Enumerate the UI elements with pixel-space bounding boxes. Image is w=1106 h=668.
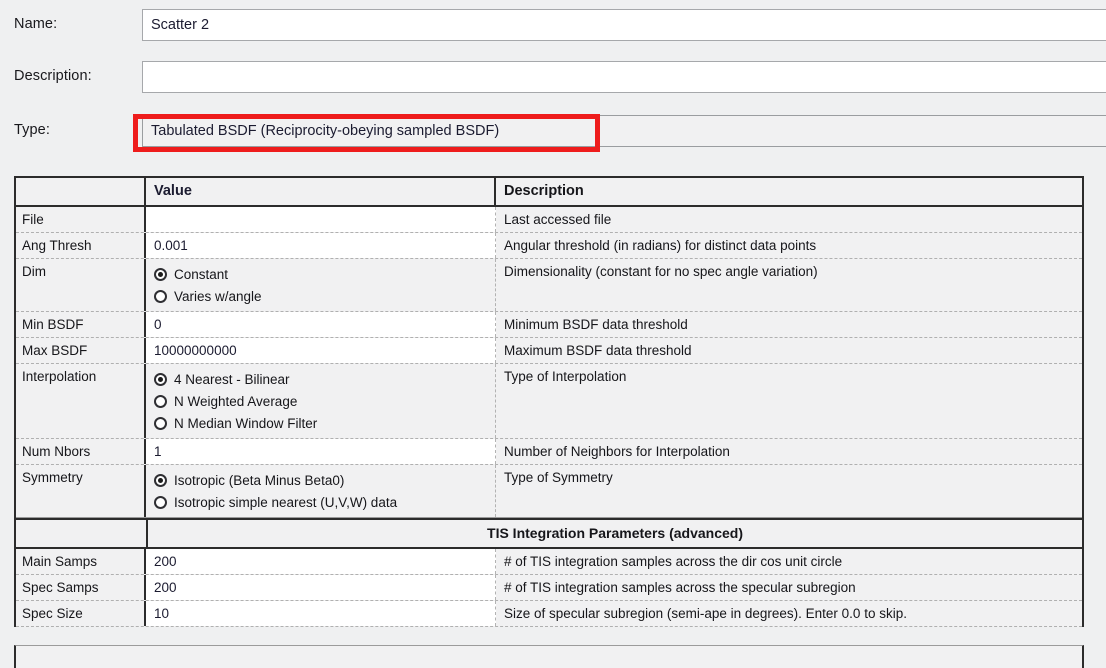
radio-label: Constant bbox=[174, 266, 229, 282]
radio-unselected-icon[interactable] bbox=[154, 289, 167, 303]
row-value-num-nbors[interactable]: 1 bbox=[146, 439, 496, 464]
row-description-spec-size: Size of specular subregion (semi-ape in … bbox=[496, 601, 1082, 626]
row-value-dim: Constant Varies w/angle bbox=[146, 259, 496, 311]
radio-label: Isotropic simple nearest (U,V,W) data bbox=[174, 494, 398, 510]
row-value-max-bsdf[interactable]: 10000000000 bbox=[146, 338, 496, 363]
row-label-dim: Dim bbox=[16, 259, 146, 311]
row-description-spec-samps: # of TIS integration samples across the … bbox=[496, 575, 1082, 600]
row-description-file: Last accessed file bbox=[496, 207, 1082, 232]
table-row: File Last accessed file bbox=[16, 207, 1082, 233]
table-row: Spec Size 10 Size of specular subregion … bbox=[16, 601, 1082, 627]
header-cell-description: Description bbox=[496, 178, 1082, 205]
table-row: Interpolation 4 Nearest - Bilinear N Wei… bbox=[16, 364, 1082, 439]
row-value-main-samps[interactable]: 200 bbox=[146, 549, 496, 574]
form-row-name: Name: Scatter 2 bbox=[0, 0, 1106, 52]
section-title: TIS Integration Parameters (advanced) bbox=[148, 520, 1082, 547]
radio-option-interp-bilinear[interactable]: 4 Nearest - Bilinear bbox=[154, 368, 495, 390]
radio-selected-icon[interactable] bbox=[154, 267, 167, 281]
table-row: Min BSDF 0 Minimum BSDF data threshold bbox=[16, 312, 1082, 338]
properties-table: Value Description File Last accessed fil… bbox=[14, 176, 1084, 627]
row-description-main-samps: # of TIS integration samples across the … bbox=[496, 549, 1082, 574]
row-description-ang-thresh: Angular threshold (in radians) for disti… bbox=[496, 233, 1082, 258]
radio-option-dim-constant[interactable]: Constant bbox=[154, 263, 495, 285]
radio-label: 4 Nearest - Bilinear bbox=[174, 371, 290, 387]
row-description-min-bsdf: Minimum BSDF data threshold bbox=[496, 312, 1082, 337]
section-gap-cell bbox=[16, 520, 148, 547]
radio-option-dim-varies[interactable]: Varies w/angle bbox=[154, 285, 495, 307]
table-row: Symmetry Isotropic (Beta Minus Beta0) Is… bbox=[16, 465, 1082, 518]
radio-unselected-icon[interactable] bbox=[154, 416, 167, 430]
row-label-main-samps: Main Samps bbox=[16, 549, 146, 574]
form-row-description: Description: bbox=[0, 52, 1106, 104]
row-label-max-bsdf: Max BSDF bbox=[16, 338, 146, 363]
type-label: Type: bbox=[14, 122, 50, 138]
row-value-ang-thresh[interactable]: 0.001 bbox=[146, 233, 496, 258]
description-label: Description: bbox=[14, 68, 92, 84]
table-row: Dim Constant Varies w/angle Dimensionali… bbox=[16, 259, 1082, 312]
row-label-symmetry: Symmetry bbox=[16, 465, 146, 517]
radio-selected-icon[interactable] bbox=[154, 372, 167, 386]
radio-label: N Weighted Average bbox=[174, 393, 298, 409]
radio-selected-icon[interactable] bbox=[154, 473, 167, 487]
name-label: Name: bbox=[14, 16, 58, 32]
radio-label: N Median Window Filter bbox=[174, 415, 318, 431]
name-input[interactable]: Scatter 2 bbox=[142, 9, 1106, 41]
row-description-max-bsdf: Maximum BSDF data threshold bbox=[496, 338, 1082, 363]
radio-option-symmetry-uvw[interactable]: Isotropic simple nearest (U,V,W) data bbox=[154, 491, 495, 513]
row-value-spec-samps[interactable]: 200 bbox=[146, 575, 496, 600]
row-label-spec-size: Spec Size bbox=[16, 601, 146, 626]
row-description-dim: Dimensionality (constant for no spec ang… bbox=[496, 259, 1082, 311]
row-value-interpolation: 4 Nearest - Bilinear N Weighted Average … bbox=[146, 364, 496, 438]
type-combo[interactable]: Tabulated BSDF (Reciprocity-obeying samp… bbox=[142, 115, 1106, 147]
table-row: Main Samps 200 # of TIS integration samp… bbox=[16, 549, 1082, 575]
table-row: Ang Thresh 0.001 Angular threshold (in r… bbox=[16, 233, 1082, 259]
description-input[interactable] bbox=[142, 61, 1106, 93]
table-row: Max BSDF 10000000000 Maximum BSDF data t… bbox=[16, 338, 1082, 364]
section-header-tis: TIS Integration Parameters (advanced) bbox=[16, 518, 1082, 549]
row-description-symmetry: Type of Symmetry bbox=[496, 465, 1082, 517]
row-label-ang-thresh: Ang Thresh bbox=[16, 233, 146, 258]
header-cell-name bbox=[16, 178, 146, 205]
row-value-min-bsdf[interactable]: 0 bbox=[146, 312, 496, 337]
header-cell-value: Value bbox=[146, 178, 496, 205]
radio-unselected-icon[interactable] bbox=[154, 495, 167, 509]
row-value-file[interactable] bbox=[146, 207, 496, 232]
row-label-spec-samps: Spec Samps bbox=[16, 575, 146, 600]
bsdf-properties-panel: Name: Scatter 2 Description: Type: Tabul… bbox=[0, 0, 1106, 668]
radio-option-interp-weighted[interactable]: N Weighted Average bbox=[154, 390, 495, 412]
table-header-row: Value Description bbox=[16, 178, 1082, 207]
row-label-min-bsdf: Min BSDF bbox=[16, 312, 146, 337]
table-row: Num Nbors 1 Number of Neighbors for Inte… bbox=[16, 439, 1082, 465]
table-partial-row bbox=[14, 645, 1084, 668]
table-row: Spec Samps 200 # of TIS integration samp… bbox=[16, 575, 1082, 601]
radio-unselected-icon[interactable] bbox=[154, 394, 167, 408]
form-row-type: Type: Tabulated BSDF (Reciprocity-obeyin… bbox=[0, 106, 1106, 158]
radio-option-interp-median[interactable]: N Median Window Filter bbox=[154, 412, 495, 434]
radio-label: Isotropic (Beta Minus Beta0) bbox=[174, 472, 345, 488]
row-label-file: File bbox=[16, 207, 146, 232]
row-description-num-nbors: Number of Neighbors for Interpolation bbox=[496, 439, 1082, 464]
row-description-interpolation: Type of Interpolation bbox=[496, 364, 1082, 438]
radio-label: Varies w/angle bbox=[174, 288, 262, 304]
row-value-symmetry: Isotropic (Beta Minus Beta0) Isotropic s… bbox=[146, 465, 496, 517]
row-label-interpolation: Interpolation bbox=[16, 364, 146, 438]
row-label-num-nbors: Num Nbors bbox=[16, 439, 146, 464]
row-value-spec-size[interactable]: 10 bbox=[146, 601, 496, 626]
radio-option-symmetry-beta[interactable]: Isotropic (Beta Minus Beta0) bbox=[154, 469, 495, 491]
